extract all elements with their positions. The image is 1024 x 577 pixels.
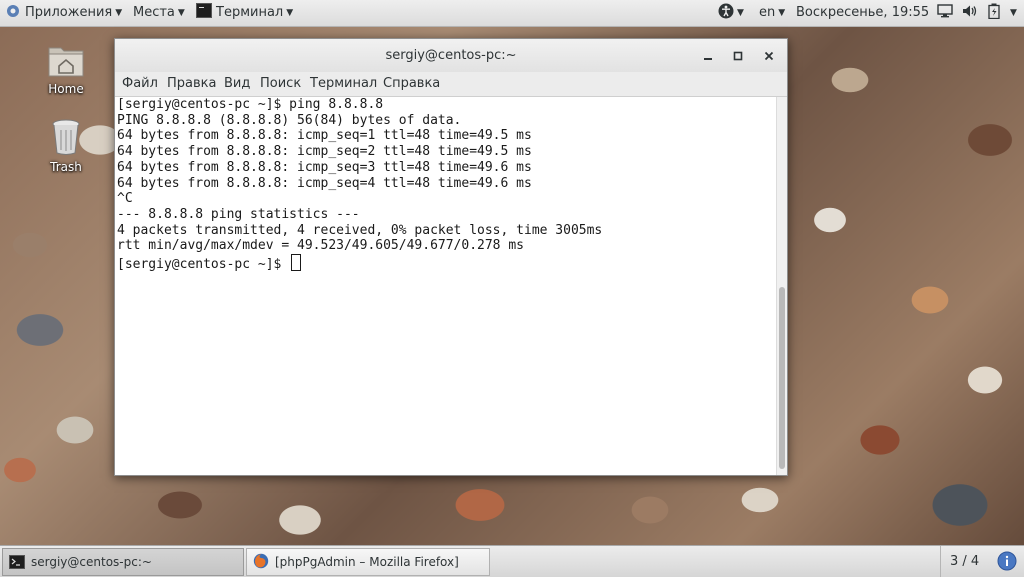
trash-icon <box>52 119 80 155</box>
terminal-line: ^C <box>117 191 133 207</box>
desktop-icon-label: Home <box>48 82 84 96</box>
chevron-down-icon: ▼ <box>778 8 786 18</box>
window-titlebar[interactable]: sergiy@centos-pc:~ <box>115 39 787 72</box>
menu-terminal[interactable]: Терминал <box>310 72 377 96</box>
menu-view[interactable]: Вид <box>224 72 250 96</box>
desktop-icon-home[interactable]: Home <box>31 42 101 96</box>
applications-label: Приложения <box>25 5 113 20</box>
terminal-line: 64 bytes from 8.8.8.8: icmp_seq=3 ttl=48… <box>117 159 532 175</box>
menu-help[interactable]: Справка <box>383 72 440 96</box>
places-menu[interactable]: Места ▼ <box>133 0 185 26</box>
text-cursor <box>291 254 302 271</box>
terminal-prompt: [sergiy@centos-pc ~]$ <box>117 257 290 272</box>
chevron-down-icon: ▼ <box>177 8 185 18</box>
volume-icon <box>963 5 977 17</box>
menu-bar: Файл Правка Вид Поиск Терминал Справка <box>115 72 787 97</box>
maximize-button[interactable] <box>729 47 747 65</box>
terminal-line: PING 8.8.8.8 (8.8.8.8) 56(84) bytes of d… <box>117 112 462 128</box>
terminal-icon <box>196 3 212 18</box>
chevron-down-icon: ▼ <box>115 8 123 18</box>
terminal-line: 64 bytes from 8.8.8.8: icmp_seq=4 ttl=48… <box>117 175 532 191</box>
notification-button[interactable] <box>997 551 1017 574</box>
places-label: Места <box>133 5 175 20</box>
chevron-down-icon: ▼ <box>737 8 744 18</box>
terminal-line: 64 bytes from 8.8.8.8: icmp_seq=2 ttl=48… <box>117 144 532 160</box>
terminal-line: --- 8.8.8.8 ping statistics --- <box>117 206 360 222</box>
terminal-output[interactable]: [sergiy@centos-pc ~]$ ping 8.8.8.8 PING … <box>115 97 777 475</box>
battery-icon <box>988 3 1000 20</box>
workspace-switcher[interactable]: 3 / 4 <box>950 546 979 577</box>
task-label: sergiy@centos-pc:~ <box>31 555 152 569</box>
battery-indicator[interactable] <box>988 0 1000 26</box>
network-indicator[interactable] <box>937 0 953 26</box>
home-folder-icon <box>48 47 84 77</box>
desktop-icon-trash[interactable]: Trash <box>31 118 101 174</box>
system-menu[interactable]: ▼ <box>1007 0 1017 26</box>
terminal-line: 4 packets transmitted, 4 received, 0% pa… <box>117 222 603 238</box>
terminal-line: rtt min/avg/max/mdev = 49.523/49.605/49.… <box>117 238 524 254</box>
chevron-down-icon: ▼ <box>286 8 294 18</box>
task-terminal[interactable]: sergiy@centos-pc:~ <box>2 548 244 576</box>
network-icon <box>937 4 953 18</box>
bottom-taskbar: sergiy@centos-pc:~ [phpPgAdmin – Mozilla… <box>0 545 1024 577</box>
task-label: [phpPgAdmin – Mozilla Firefox] <box>275 555 459 569</box>
menu-file[interactable]: Файл <box>122 72 158 96</box>
terminal-line: [sergiy@centos-pc ~]$ ping 8.8.8.8 <box>117 97 384 112</box>
applications-menu[interactable]: Приложения ▼ <box>6 0 122 26</box>
menu-search[interactable]: Поиск <box>260 72 301 96</box>
clock-label: Воскресенье, 19:55 <box>796 5 930 20</box>
applications-icon <box>7 5 19 17</box>
terminal-line: 64 bytes from 8.8.8.8: icmp_seq=1 ttl=48… <box>117 128 532 144</box>
window-title: sergiy@centos-pc:~ <box>385 48 517 63</box>
scrollbar-thumb[interactable] <box>779 287 785 469</box>
terminal-window: sergiy@centos-pc:~ Файл Правка Вид Поиск… <box>114 38 788 476</box>
minimize-button[interactable] <box>699 47 717 65</box>
language-menu[interactable]: en ▼ <box>759 0 785 26</box>
firefox-icon <box>253 553 269 569</box>
chevron-down-icon: ▼ <box>1010 8 1017 18</box>
taskbar-divider <box>940 546 941 577</box>
maximize-icon <box>733 51 743 61</box>
task-firefox[interactable]: [phpPgAdmin – Mozilla Firefox] <box>246 548 490 576</box>
top-panel: Приложения ▼ Места ▼ Терминал ▼ ▼ en ▼ Воскр… <box>0 0 1024 27</box>
active-app-menu[interactable]: Терминал ▼ <box>196 0 293 26</box>
language-label: en <box>759 5 776 20</box>
accessibility-menu[interactable]: ▼ <box>718 0 744 26</box>
accessibility-icon <box>718 3 734 19</box>
terminal-scrollbar[interactable] <box>776 97 787 475</box>
close-button[interactable] <box>760 47 778 65</box>
menu-edit[interactable]: Правка <box>167 72 216 96</box>
active-app-label: Терминал <box>216 5 284 20</box>
terminal-icon <box>9 555 25 569</box>
close-icon <box>764 51 774 61</box>
minimize-icon <box>704 58 712 60</box>
clock[interactable]: Воскресенье, 19:55 <box>796 0 929 26</box>
volume-indicator[interactable] <box>962 0 978 26</box>
info-icon <box>997 551 1017 571</box>
desktop-icon-label: Trash <box>50 160 82 174</box>
terminal-prompt-line: [sergiy@centos-pc ~]$ <box>117 254 302 272</box>
